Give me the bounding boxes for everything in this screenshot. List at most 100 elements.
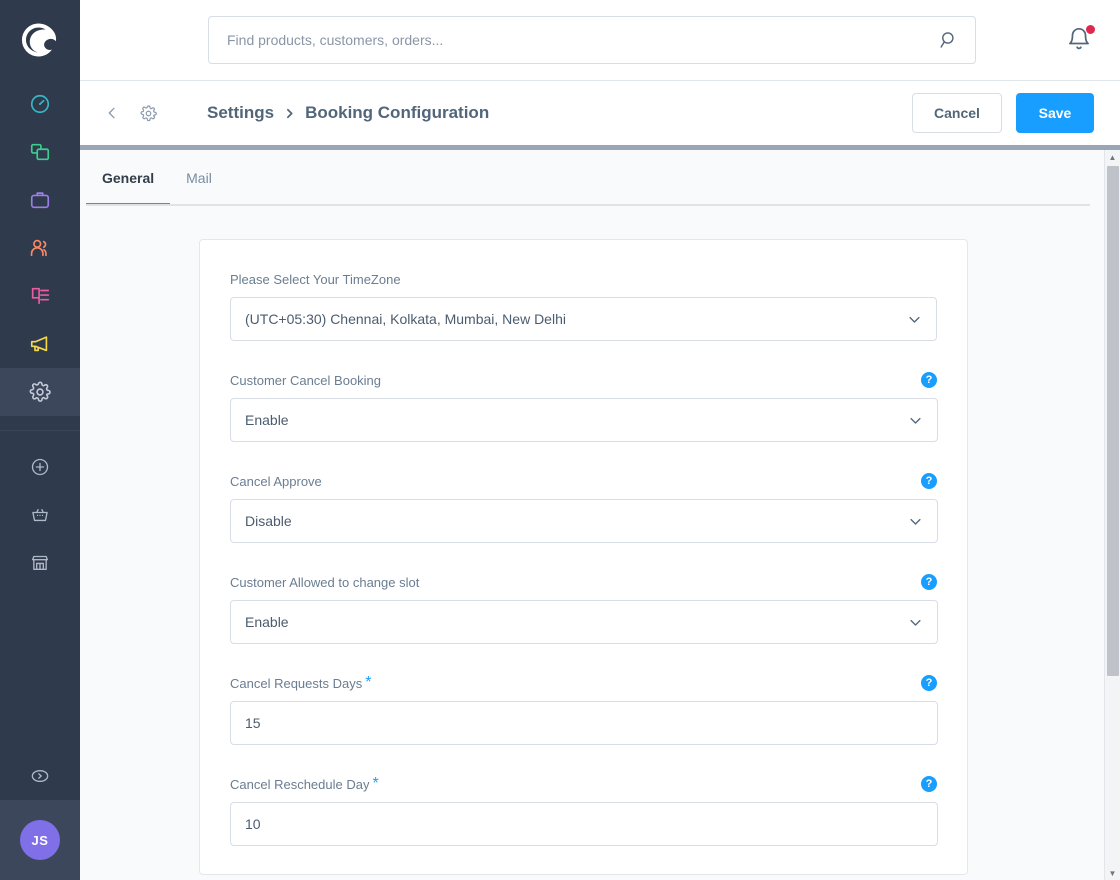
sidebar-help-button[interactable] xyxy=(0,752,80,800)
chevron-down-icon xyxy=(907,312,922,327)
field-cancel-requests-days: Cancel Requests Days * ? xyxy=(230,674,938,745)
cancel-approve-select[interactable]: Disable xyxy=(230,499,938,543)
save-button[interactable]: Save xyxy=(1016,93,1094,133)
field-customer-cancel-booking: Customer Cancel Booking ? Enable xyxy=(230,371,938,442)
field-cancel-reschedule-day: Cancel Reschedule Day * ? xyxy=(230,775,938,846)
sidebar-item-content[interactable] xyxy=(0,272,80,320)
field-label: Customer Allowed to change slot xyxy=(230,574,420,590)
sidebar-divider xyxy=(0,430,80,431)
help-icon[interactable]: ? xyxy=(921,776,937,792)
cancel-requests-days-input[interactable] xyxy=(245,715,923,731)
field-label-row: Please Select Your TimeZone xyxy=(230,270,937,288)
field-label: Cancel Approve xyxy=(230,473,322,489)
field-label: Cancel Requests Days xyxy=(230,675,363,691)
sidebar-item-dashboard[interactable] xyxy=(0,80,80,128)
sidebar-item-orders[interactable] xyxy=(0,176,80,224)
breadcrumb-parent[interactable]: Settings xyxy=(207,103,274,123)
smart-bar: Settings Booking Configuration Cancel Sa… xyxy=(80,80,1120,145)
cancel-approve-value: Disable xyxy=(245,513,292,529)
required-marker: * xyxy=(372,775,379,792)
notifications-button[interactable] xyxy=(1066,25,1095,54)
chevron-left-icon xyxy=(108,107,115,119)
chevron-down-icon xyxy=(908,514,923,529)
field-label-row: Cancel Approve ? xyxy=(230,472,937,490)
chevron-down-icon xyxy=(908,615,923,630)
scroll-down-arrow-icon[interactable]: ▼ xyxy=(1105,866,1120,880)
sidebar-item-add[interactable] xyxy=(0,443,80,491)
tab-general[interactable]: General xyxy=(86,150,171,206)
help-icon[interactable]: ? xyxy=(921,372,937,388)
module-settings-icon-button[interactable] xyxy=(134,99,163,128)
customers-users-icon xyxy=(30,239,47,257)
sidebar-item-marketing[interactable] xyxy=(0,320,80,368)
page-title: Booking Configuration xyxy=(305,103,490,122)
help-chevron-circle-icon xyxy=(31,769,49,783)
basket-icon xyxy=(32,508,48,522)
orders-briefcase-icon xyxy=(30,192,50,209)
scroll-up-arrow-icon[interactable]: ▲ xyxy=(1105,150,1120,164)
app-root: JS Find products, customers, orders... S… xyxy=(0,0,1120,880)
store-icon xyxy=(31,555,48,570)
settings-gear-icon xyxy=(29,381,51,402)
cancel-requests-days-field[interactable] xyxy=(230,701,938,745)
tab-bar: General Mail xyxy=(80,150,1090,207)
cancel-button[interactable]: Cancel xyxy=(912,93,1002,133)
field-timezone: Please Select Your TimeZone (UTC+05:30) … xyxy=(230,270,937,341)
search-input[interactable] xyxy=(209,32,939,48)
search-magnifier-icon xyxy=(940,32,954,48)
timezone-select[interactable]: (UTC+05:30) Chennai, Kolkata, Mumbai, Ne… xyxy=(230,297,937,341)
back-button[interactable] xyxy=(98,99,126,127)
avatar[interactable]: JS xyxy=(20,820,60,860)
cancel-reschedule-day-field[interactable] xyxy=(230,802,938,846)
tab-mail-label: Mail xyxy=(186,170,212,186)
topbar xyxy=(80,0,1120,80)
breadcrumb: Settings Booking Configuration xyxy=(207,103,489,123)
tab-general-label: General xyxy=(102,170,155,186)
field-cancel-approve: Cancel Approve ? Disable xyxy=(230,472,938,543)
sidebar: JS xyxy=(0,0,80,880)
tab-bar-underline xyxy=(86,204,1090,206)
smart-bar-actions: Cancel Save xyxy=(912,93,1094,133)
chevron-right-icon xyxy=(283,107,296,120)
catalogues-layers-icon xyxy=(30,143,50,161)
required-marker: * xyxy=(365,674,372,691)
content-list-icon xyxy=(31,287,50,305)
global-search[interactable] xyxy=(208,16,976,64)
sidebar-item-basket[interactable] xyxy=(0,491,80,539)
add-plus-circle-icon xyxy=(31,458,49,476)
sidebar-item-store[interactable] xyxy=(0,539,80,587)
field-label: Cancel Reschedule Day xyxy=(230,776,370,792)
help-icon[interactable]: ? xyxy=(921,675,937,691)
customer-cancel-booking-select[interactable]: Enable xyxy=(230,398,938,442)
help-icon[interactable]: ? xyxy=(921,473,937,489)
dashboard-gauge-icon xyxy=(30,94,50,114)
settings-gear-icon xyxy=(140,104,157,121)
field-label-row: Cancel Requests Days * ? xyxy=(230,674,937,692)
main-column: Settings Booking Configuration Cancel Sa… xyxy=(80,0,1120,880)
sidebar-item-settings[interactable] xyxy=(0,368,80,416)
sidebar-item-catalogues[interactable] xyxy=(0,128,80,176)
content-area: General Mail Please Select Your TimeZone… xyxy=(80,150,1120,880)
field-label: Please Select Your TimeZone xyxy=(230,271,401,287)
sidebar-secondary-nav xyxy=(0,443,80,587)
chevron-down-icon xyxy=(908,413,923,428)
app-logo[interactable] xyxy=(0,0,80,80)
notification-badge-dot xyxy=(1086,25,1095,34)
sidebar-primary-nav xyxy=(0,80,80,416)
booking-configuration-card: Please Select Your TimeZone (UTC+05:30) … xyxy=(199,239,968,875)
sidebar-item-customers[interactable] xyxy=(0,224,80,272)
field-label: Customer Cancel Booking xyxy=(230,372,382,388)
customer-cancel-booking-value: Enable xyxy=(245,412,289,428)
shopware-logo-icon xyxy=(22,23,57,57)
vertical-scrollbar[interactable]: ▲ ▼ xyxy=(1104,150,1120,880)
cancel-reschedule-day-input[interactable] xyxy=(245,816,923,832)
field-label-row: Customer Allowed to change slot ? xyxy=(230,573,937,591)
customer-allowed-change-slot-select[interactable]: Enable xyxy=(230,600,938,644)
tab-mail[interactable]: Mail xyxy=(170,150,228,206)
field-label-row: Customer Cancel Booking ? xyxy=(230,371,937,389)
vertical-scrollbar-thumb[interactable] xyxy=(1107,166,1119,676)
customer-allowed-change-slot-value: Enable xyxy=(245,614,289,630)
help-icon[interactable]: ? xyxy=(921,574,937,590)
field-label-row: Cancel Reschedule Day * ? xyxy=(230,775,937,793)
search-icon[interactable] xyxy=(939,30,975,50)
